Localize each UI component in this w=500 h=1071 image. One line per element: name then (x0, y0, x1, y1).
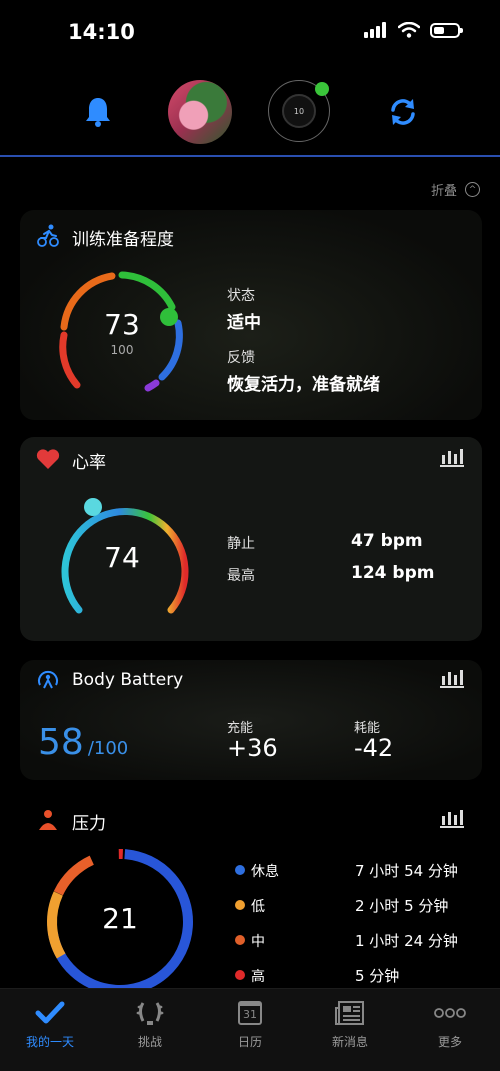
legend-label: 中 (251, 934, 265, 950)
tab-label: 挑战 (137, 1035, 162, 1049)
training-readiness-card[interactable]: 训练准备程度 73 100 状态 适中 反馈 恢复活力，准备就绪 (20, 210, 482, 420)
tab-bar: 我的一天 挑战 31 日历 新消息 更多 (0, 988, 500, 1071)
charged-value: +36 (227, 734, 278, 762)
battery-icon (430, 22, 463, 38)
stress-legend-row: 休息 7 小时 54 分钟 (235, 860, 475, 880)
bar-chart-icon[interactable] (440, 808, 464, 828)
legend-value: 2 小时 5 分钟 (355, 897, 449, 915)
tab-label: 日历 (237, 1035, 262, 1049)
resting-hr-label: 静止 (227, 536, 255, 552)
max-hr-label: 最高 (227, 568, 255, 584)
device-connected-dot (315, 82, 329, 96)
stress-title: 压力 (72, 814, 106, 834)
readiness-max: 100 (110, 343, 134, 357)
tab-label: 新消息 (331, 1035, 368, 1049)
tab-label: 我的一天 (25, 1035, 74, 1049)
readiness-feedback-value: 恢复活力，准备就绪 (227, 375, 380, 395)
calendar-day: 31 (243, 1008, 257, 1021)
body-battery-value-row: 58 /100 (38, 722, 128, 763)
wifi-icon (398, 22, 420, 38)
heart-rate-current: 74 (104, 541, 140, 574)
calendar-icon: 31 (238, 1001, 262, 1025)
heart-rate-card[interactable]: 心率 74 静止 47 bpm 最高 124 bpm (20, 437, 482, 641)
stress-legend-row: 中 1 小时 24 分钟 (235, 930, 475, 950)
readiness-state-label: 状态 (227, 288, 255, 304)
legend-dot-high (235, 970, 245, 980)
readiness-score: 73 (104, 308, 140, 341)
collapse-label: 折叠 (430, 184, 457, 199)
tab-my-day[interactable]: 我的一天 (10, 997, 90, 1050)
header-divider (0, 155, 500, 157)
stress-card[interactable]: 压力 21 休息 7 小时 54 分钟 低 2 小时 5 分钟 中 1 小时 2… (20, 798, 482, 988)
body-battery-value: 58 (38, 722, 84, 763)
collapse-button[interactable]: 折叠 ^ (431, 180, 480, 199)
legend-label: 低 (251, 899, 265, 915)
legend-dot-rest (235, 865, 245, 875)
stress-legend-row: 高 5 分钟 (235, 965, 475, 985)
body-battery-max: /100 (87, 738, 129, 759)
training-readiness-title: 训练准备程度 (72, 230, 174, 250)
more-dots-icon (434, 1008, 466, 1018)
legend-value: 7 小时 54 分钟 (355, 862, 458, 880)
body-battery-title: Body Battery (72, 670, 184, 690)
bar-chart-icon[interactable] (440, 447, 464, 467)
status-time: 14:10 (68, 20, 135, 44)
readiness-feedback-label: 反馈 (227, 350, 255, 366)
body-battery-icon (38, 670, 58, 689)
legend-value: 1 小时 24 分钟 (355, 932, 458, 950)
legend-value: 5 分钟 (355, 967, 400, 985)
tab-calendar[interactable]: 31 日历 (210, 997, 290, 1050)
watch-face: 10 (282, 94, 316, 128)
tab-label: 更多 (437, 1035, 462, 1049)
legend-dot-low (235, 900, 245, 910)
readiness-state-value: 适中 (227, 313, 261, 333)
tab-more[interactable]: 更多 (410, 997, 490, 1050)
stress-legend-row: 低 2 小时 5 分钟 (235, 895, 475, 915)
stress-value: 21 (102, 902, 138, 935)
stress-icon (39, 810, 57, 830)
tab-challenges[interactable]: 挑战 (110, 997, 190, 1050)
checkmark-icon (35, 1001, 65, 1024)
bar-chart-icon[interactable] (440, 668, 464, 688)
sync-icon[interactable] (388, 97, 418, 127)
signal-icon (364, 22, 386, 38)
legend-dot-medium (235, 935, 245, 945)
heart-icon (36, 449, 60, 469)
resting-hr-value: 47 bpm (351, 531, 423, 551)
legend-label: 高 (251, 969, 265, 985)
status-icons (364, 22, 463, 38)
bell-icon[interactable] (84, 96, 112, 128)
tab-news[interactable]: 新消息 (310, 997, 390, 1050)
laurel-icon (136, 1002, 164, 1025)
body-battery-card[interactable]: Body Battery 58 /100 充能 +36 耗能 -42 (20, 660, 482, 780)
legend-label: 休息 (251, 864, 279, 880)
running-icon (37, 224, 59, 247)
avatar[interactable] (168, 80, 232, 144)
heart-rate-title: 心率 (72, 453, 106, 473)
max-hr-value: 124 bpm (351, 563, 435, 583)
chevron-up-icon: ^ (465, 182, 480, 197)
newspaper-icon (335, 1001, 364, 1025)
drained-value: -42 (354, 734, 394, 762)
